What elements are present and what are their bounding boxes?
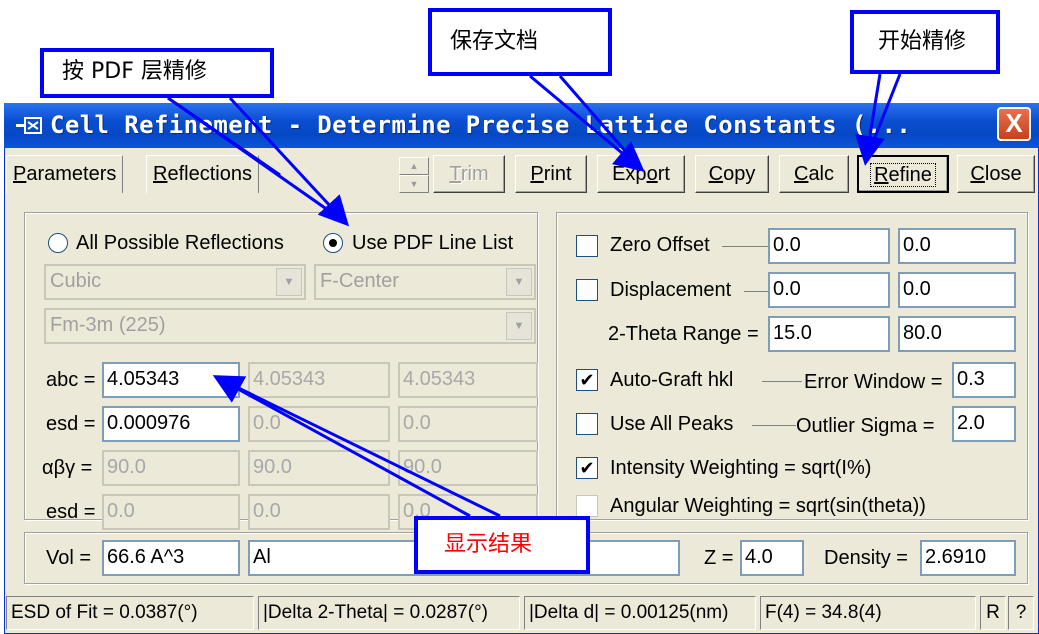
abc-label: abc =	[46, 369, 96, 391]
status-delta-2theta: |Delta 2-Theta| = 0.0287(°)	[258, 596, 520, 630]
use-all-peaks-label: Use All Peaks	[610, 413, 734, 435]
trim-button[interactable]: Trim	[433, 155, 505, 193]
window-title: Cell Refinement - Determine Precise Latt…	[50, 111, 912, 139]
vol-label: Vol =	[46, 547, 92, 569]
intensity-weighting-label: Intensity Weighting = sqrt(I%)	[610, 457, 872, 479]
esd-a-field[interactable]: 0.000976	[102, 406, 240, 442]
angular-weighting-label: Angular Weighting = sqrt(sin(theta))	[610, 495, 926, 517]
close-icon[interactable]: X	[997, 107, 1031, 141]
divider	[762, 381, 802, 382]
radio-use-pdf[interactable]	[323, 233, 343, 253]
divider	[722, 246, 768, 247]
radio-pdf-label: Use PDF Line List	[352, 232, 514, 254]
calc-button[interactable]: Calc	[779, 155, 849, 193]
esd-angles-label: esd =	[46, 501, 96, 523]
error-window-label: Error Window =	[804, 371, 943, 393]
volume-field[interactable]: 66.6 A^3	[102, 540, 240, 576]
theta-max-field[interactable]: 80.0	[898, 316, 1016, 352]
b-field[interactable]: 4.05343	[248, 362, 390, 398]
esd-beta-field[interactable]: 0.0	[248, 494, 390, 530]
z-label: Z =	[704, 547, 734, 569]
theta-range-label: 2-Theta Range =	[608, 323, 759, 345]
callout-pdf-refine: 按 PDF 层精修	[40, 48, 274, 98]
close-button[interactable]: Close	[957, 155, 1035, 193]
callout-start-refine: 开始精修	[850, 10, 1000, 74]
export-button[interactable]: Export	[597, 155, 685, 193]
spin-up-icon[interactable]: ▲	[399, 157, 429, 175]
tab-parameters[interactable]: Parameters	[6, 155, 124, 193]
error-window-field[interactable]: 0.3	[952, 362, 1016, 398]
crystal-system-select[interactable]: Cubic ▼	[44, 264, 306, 300]
print-button[interactable]: Print	[515, 155, 587, 193]
density-label: Density =	[824, 547, 908, 569]
displacement-checkbox[interactable]	[576, 279, 598, 301]
outlier-sigma-label: Outlier Sigma =	[796, 415, 935, 437]
displacement-label: Displacement	[610, 279, 732, 301]
r-button[interactable]: R	[980, 596, 1006, 630]
callout-save-doc: 保存文档	[428, 8, 612, 76]
outlier-sigma-field[interactable]: 2.0	[952, 406, 1016, 442]
zero-offset-label: Zero Offset	[610, 234, 710, 256]
esd-abc-label: esd =	[46, 413, 96, 435]
displacement-esd-field[interactable]: 0.0	[898, 272, 1016, 308]
spin-down-icon[interactable]: ▼	[399, 175, 429, 193]
help-button[interactable]: ?	[1008, 596, 1034, 630]
c-field[interactable]: 4.05343	[398, 362, 538, 398]
chevron-down-icon[interactable]: ▼	[276, 268, 302, 296]
chevron-down-icon[interactable]: ▼	[506, 312, 532, 340]
chevron-down-icon[interactable]: ▼	[506, 268, 532, 296]
radio-all-reflections[interactable]	[48, 233, 68, 253]
a-field[interactable]: 4.05343	[102, 362, 240, 398]
use-all-peaks-checkbox[interactable]	[576, 413, 598, 435]
auto-graft-checkbox[interactable]: ✔	[576, 369, 598, 391]
esd-alpha-field[interactable]: 0.0	[102, 494, 240, 530]
trim-spinner[interactable]: ▲ ▼	[399, 157, 429, 193]
centering-select[interactable]: F-Center ▼	[314, 264, 536, 300]
beta-field[interactable]: 90.0	[248, 450, 390, 486]
theta-min-field[interactable]: 15.0	[768, 316, 890, 352]
intensity-weighting-checkbox[interactable]: ✔	[576, 457, 598, 479]
radio-all-label: All Possible Reflections	[76, 232, 284, 254]
angles-label: αβγ =	[42, 457, 93, 479]
callout-show-result: 显示结果	[414, 516, 590, 574]
alpha-field[interactable]: 90.0	[102, 450, 240, 486]
z-field[interactable]: 4.0	[740, 540, 804, 576]
refine-button[interactable]: Refine	[857, 155, 949, 193]
status-fom: F(4) = 34.8(4)	[760, 596, 976, 630]
status-delta-d: |Delta d| = 0.00125(nm)	[524, 596, 756, 630]
density-field[interactable]: 2.6910	[920, 540, 1016, 576]
zero-offset-checkbox[interactable]	[576, 235, 598, 257]
esd-c-field[interactable]: 0.0	[398, 406, 538, 442]
gamma-field[interactable]: 90.0	[398, 450, 538, 486]
status-esd-fit: ESD of Fit = 0.0387(°)	[6, 596, 254, 630]
zero-offset-esd-field[interactable]: 0.0	[898, 228, 1016, 264]
displacement-field[interactable]: 0.0	[768, 272, 890, 308]
divider	[752, 425, 796, 426]
auto-graft-label: Auto-Graft hkl	[610, 369, 734, 391]
app-icon	[16, 117, 42, 134]
copy-button[interactable]: Copy	[695, 155, 769, 193]
angular-weighting-checkbox[interactable]	[576, 495, 598, 517]
divider	[744, 291, 768, 292]
title-bar[interactable]: Cell Refinement - Determine Precise Latt…	[4, 103, 1039, 148]
zero-offset-field[interactable]: 0.0	[768, 228, 890, 264]
esd-b-field[interactable]: 0.0	[248, 406, 390, 442]
tab-reflections[interactable]: Reflections	[146, 155, 259, 193]
space-group-select[interactable]: Fm-3m (225) ▼	[44, 308, 536, 344]
